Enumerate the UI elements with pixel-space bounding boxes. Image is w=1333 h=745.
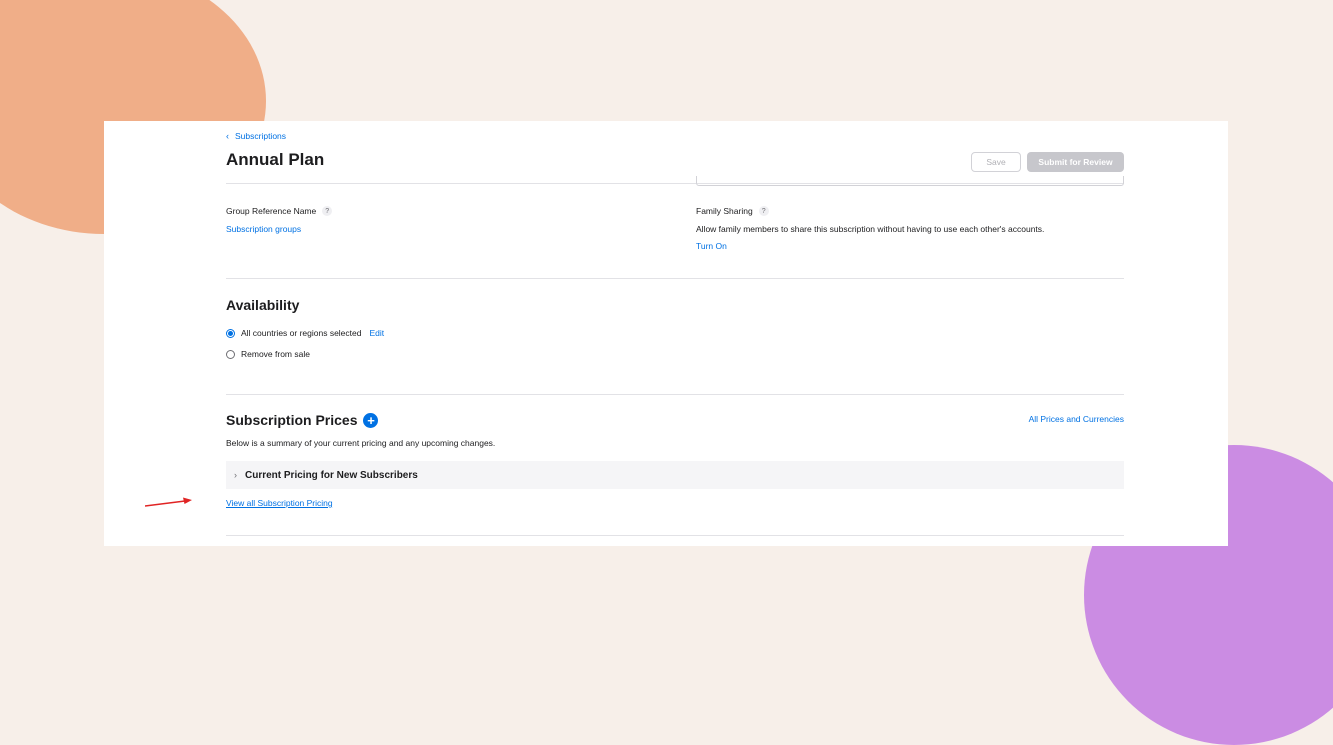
help-icon[interactable]: ? bbox=[322, 206, 333, 216]
availability-heading: Availability bbox=[226, 297, 300, 313]
subscription-prices-heading: Subscription Prices + bbox=[226, 412, 379, 428]
turn-on-family-sharing-link[interactable]: Turn On bbox=[696, 241, 727, 251]
save-button[interactable]: Save bbox=[971, 152, 1021, 172]
family-sharing-label-text: Family Sharing bbox=[696, 206, 753, 216]
group-reference-label: Group Reference Name ? bbox=[226, 206, 333, 216]
annotation-arrow-icon bbox=[145, 497, 192, 507]
current-pricing-accordion[interactable]: › Current Pricing for New Subscribers bbox=[226, 461, 1124, 489]
app-panel: ‹ Subscriptions Annual Plan Save Submit … bbox=[104, 121, 1228, 546]
section-divider bbox=[226, 535, 1124, 536]
edit-availability-link[interactable]: Edit bbox=[369, 328, 384, 338]
view-all-subscription-pricing-link[interactable]: View all Subscription Pricing bbox=[226, 498, 333, 508]
family-sharing-label: Family Sharing ? bbox=[696, 206, 769, 216]
radio-selected-icon[interactable] bbox=[226, 328, 235, 338]
group-reference-label-text: Group Reference Name bbox=[226, 206, 317, 216]
chevron-right-icon: › bbox=[234, 470, 237, 480]
availability-option-label: All countries or regions selected bbox=[241, 328, 362, 338]
section-divider bbox=[226, 278, 1124, 279]
availability-option-all-countries[interactable]: All countries or regions selected Edit bbox=[226, 328, 384, 338]
help-icon[interactable]: ? bbox=[758, 206, 769, 216]
family-sharing-description: Allow family members to share this subsc… bbox=[696, 224, 1045, 234]
breadcrumb-label: Subscriptions bbox=[235, 131, 287, 141]
text-field-bottom-edge bbox=[696, 176, 1124, 186]
accordion-label: Current Pricing for New Subscribers bbox=[245, 469, 418, 481]
availability-option-remove-from-sale[interactable]: Remove from sale bbox=[226, 349, 310, 359]
breadcrumb[interactable]: ‹ Subscriptions bbox=[226, 131, 286, 141]
all-prices-and-currencies-link[interactable]: All Prices and Currencies bbox=[1029, 414, 1124, 424]
radio-unselected-icon[interactable] bbox=[226, 349, 235, 359]
pricing-summary-text: Below is a summary of your current prici… bbox=[226, 438, 496, 448]
page-title: Annual Plan bbox=[226, 150, 325, 169]
availability-option-label: Remove from sale bbox=[241, 349, 310, 359]
chevron-left-icon: ‹ bbox=[226, 131, 229, 141]
submit-for-review-button[interactable]: Submit for Review bbox=[1027, 152, 1124, 172]
plus-circle-icon[interactable]: + bbox=[363, 412, 379, 428]
subscription-prices-heading-text: Subscription Prices bbox=[226, 412, 358, 428]
subscription-groups-link[interactable]: Subscription groups bbox=[226, 224, 301, 234]
section-divider bbox=[226, 394, 1124, 395]
